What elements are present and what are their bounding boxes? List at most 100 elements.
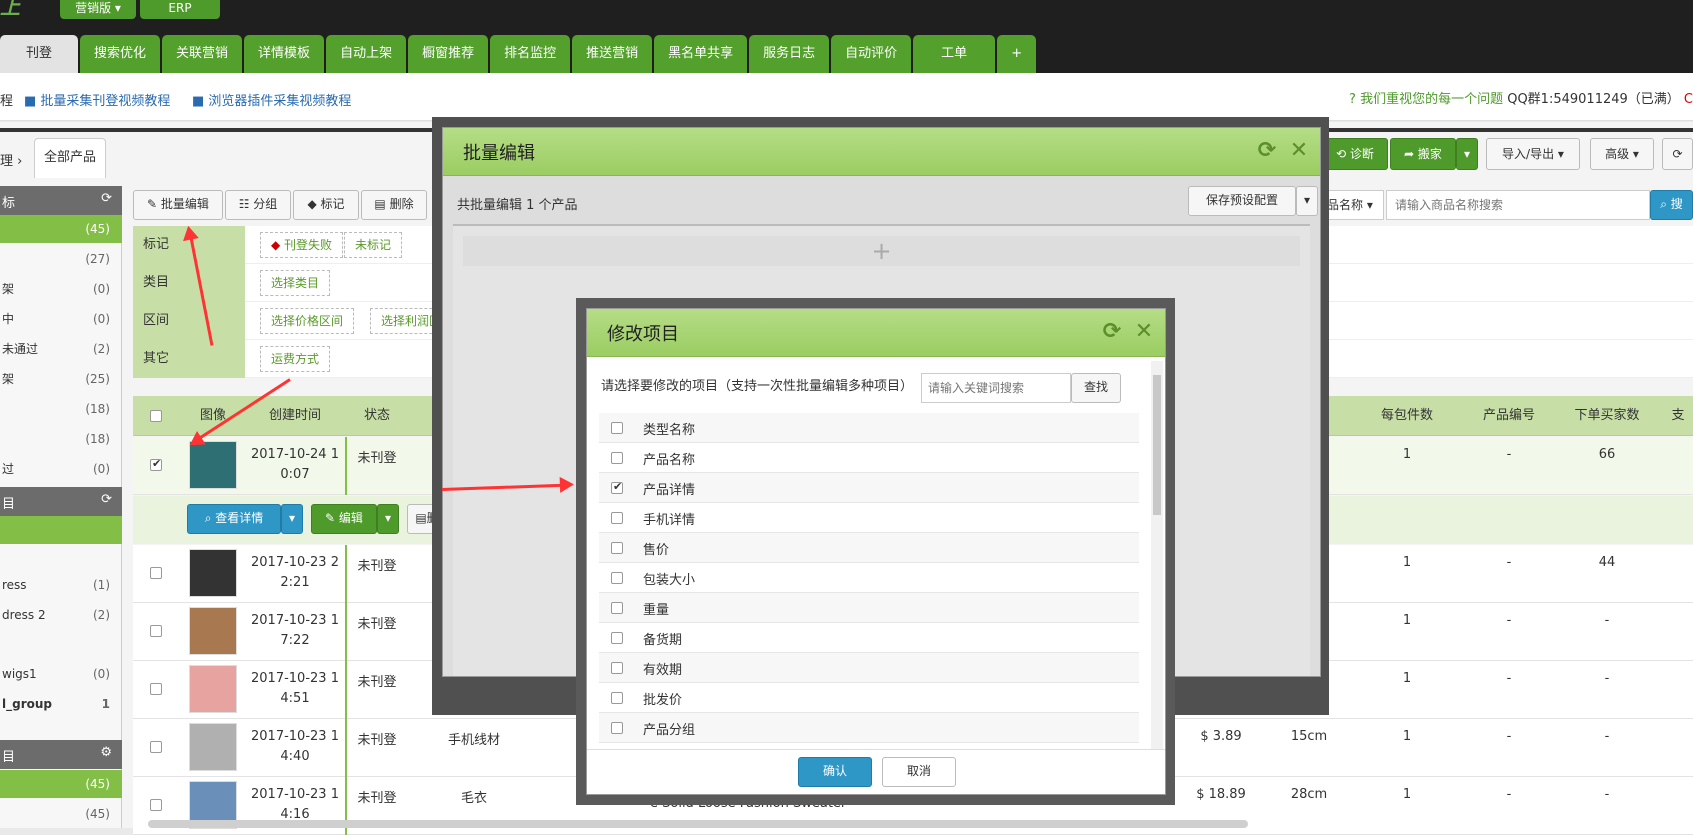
product-thumbnail[interactable] [189, 665, 237, 713]
product-thumbnail[interactable] [189, 723, 237, 771]
delete-button[interactable]: ▤ 删除 [361, 190, 427, 220]
modify-item-option[interactable]: 有效期 [599, 653, 1139, 683]
save-preset-dropdown[interactable]: ▾ [1296, 186, 1318, 216]
nav-tab[interactable]: 推送营销 [572, 35, 653, 73]
nav-tab[interactable]: 搜索优化 [80, 35, 161, 73]
horizontal-scrollbar[interactable] [148, 820, 1248, 828]
sidebar-item[interactable]: (45) [0, 770, 122, 798]
vertical-scrollbar[interactable] [1151, 361, 1163, 749]
advanced-button[interactable]: 高级 ▾ [1590, 138, 1654, 170]
mark-button[interactable]: ◆ 标记 [293, 190, 359, 220]
batch-edit-button[interactable]: ✎ 批量编辑 [133, 190, 223, 220]
item-checkbox[interactable] [611, 452, 623, 464]
modify-item-option[interactable]: 售价 [599, 533, 1139, 563]
import-export-button[interactable]: 导入/导出 ▾ [1486, 138, 1580, 170]
modify-item-option[interactable]: 包装大小 [599, 563, 1139, 593]
item-checkbox[interactable] [611, 542, 623, 554]
item-checkbox[interactable] [611, 692, 623, 704]
row-checkbox[interactable] [150, 799, 162, 811]
search-button[interactable]: ⌕ 搜 [1650, 190, 1693, 220]
find-button[interactable]: 查找 [1071, 373, 1121, 403]
row-checkbox[interactable] [150, 625, 162, 637]
add-item-button[interactable]: + [463, 236, 1300, 266]
nav-tab[interactable]: 橱窗推荐 [408, 35, 489, 73]
select-all-checkbox[interactable] [150, 410, 162, 422]
search-field-select[interactable]: 品名称 ▾ [1322, 190, 1384, 220]
sidebar-item[interactable]: (18) [0, 425, 122, 453]
product-thumbnail[interactable] [189, 607, 237, 655]
product-thumbnail[interactable] [189, 549, 237, 597]
modify-item-option[interactable]: 产品名称 [599, 443, 1139, 473]
filter-tag[interactable]: 未标记 [344, 232, 403, 258]
sidebar-item[interactable]: (27) [0, 245, 122, 273]
nav-tab[interactable]: 服务日志 [749, 35, 830, 73]
version-dropdown[interactable]: 营销版 ▾ [60, 0, 136, 19]
refresh-button[interactable]: ⟳ [1662, 138, 1693, 170]
sidebar-item[interactable]: 架 (25) [0, 365, 122, 393]
edit-button[interactable]: ✎ 编辑 [311, 504, 377, 534]
refresh-icon[interactable]: ⟳ [101, 191, 112, 206]
tab-all-products[interactable]: 全部产品 [34, 138, 106, 178]
sidebar-item[interactable]: 过 (0) [0, 455, 122, 483]
breadcrumb-parent[interactable]: 理 › [0, 150, 22, 169]
row-checkbox[interactable] [150, 567, 162, 579]
view-details-dropdown[interactable]: ▾ [281, 504, 303, 534]
nav-tab[interactable]: 黑名单共享 [654, 35, 748, 73]
close-icon[interactable]: ✕ [1288, 140, 1310, 162]
item-checkbox[interactable] [611, 722, 623, 734]
edit-dropdown[interactable]: ▾ [377, 504, 399, 534]
save-preset-button[interactable]: 保存预设配置 [1188, 186, 1296, 216]
sidebar-item[interactable]: dress 2 (2) [0, 601, 122, 629]
filter-tag[interactable]: 运费方式 [260, 346, 331, 372]
item-checkbox[interactable] [611, 572, 623, 584]
sidebar-item[interactable]: 架 (0) [0, 275, 122, 303]
sidebar-item[interactable]: (45) [0, 215, 122, 243]
tutorial-link-plugin[interactable]: ■ 浏览器插件采集视频教程 [192, 90, 351, 109]
modify-item-option[interactable]: 备货期 [599, 623, 1139, 653]
sidebar-item[interactable]: 未通过 (2) [0, 335, 122, 363]
sidebar-item[interactable]: l_group 1 [0, 690, 122, 718]
modify-item-option[interactable]: 重量 [599, 593, 1139, 623]
view-details-button[interactable]: ⌕ 查看详情 [187, 504, 281, 534]
filter-tag[interactable]: 选择价格区间 [260, 308, 355, 334]
filter-tag[interactable]: 选择类目 [260, 270, 331, 296]
cancel-button[interactable]: 取消 [882, 757, 956, 787]
close-icon[interactable]: ✕ [1133, 321, 1155, 343]
move-dropdown[interactable]: ▾ [1456, 138, 1478, 170]
modify-item-option[interactable]: 产品分组 [599, 713, 1139, 743]
product-search-input[interactable] [1386, 190, 1650, 220]
sidebar-item[interactable]: (18) [0, 395, 122, 423]
nav-tab[interactable]: 刊登 [0, 35, 79, 73]
item-checkbox[interactable]: ✔ [611, 480, 623, 494]
item-checkbox[interactable] [611, 662, 623, 674]
sidebar-item[interactable] [0, 516, 122, 544]
move-button[interactable]: ➦ 搬家 [1390, 138, 1456, 170]
group-button[interactable]: ☷ 分组 [225, 190, 291, 220]
modify-item-option[interactable]: ✔ 产品详情 [599, 473, 1139, 503]
nav-tab[interactable]: 排名监控 [490, 35, 571, 73]
item-checkbox[interactable] [611, 512, 623, 524]
sidebar-item[interactable]: wigs1 (0) [0, 660, 122, 688]
sidebar-item[interactable]: 中 (0) [0, 305, 122, 333]
confirm-button[interactable]: 确认 [798, 757, 872, 787]
nav-tab[interactable]: 详情模板 [244, 35, 325, 73]
modify-item-option[interactable]: 手机详情 [599, 503, 1139, 533]
refresh-icon[interactable]: ⟳ [101, 492, 112, 507]
nav-tab[interactable]: 自动评价 [831, 35, 912, 73]
scrollbar-thumb[interactable] [1153, 375, 1161, 515]
nav-tab[interactable]: + [997, 35, 1037, 73]
diagnose-button[interactable]: ⟲ 诊断 [1322, 138, 1388, 170]
modify-item-option[interactable]: 类型名称 [599, 413, 1139, 443]
sidebar-item[interactable]: ress (1) [0, 571, 122, 599]
nav-tab[interactable]: 工单 [913, 35, 996, 73]
modify-item-option[interactable]: 批发价 [599, 683, 1139, 713]
gear-icon[interactable]: ⚙ [100, 745, 112, 760]
item-checkbox[interactable] [611, 422, 623, 434]
sidebar-item[interactable]: (45) [0, 800, 122, 828]
nav-tab[interactable]: 自动上架 [326, 35, 407, 73]
row-checkbox[interactable] [150, 741, 162, 753]
tutorial-link-batch[interactable]: ■ 批量采集刊登视频教程 [24, 90, 170, 109]
nav-tab[interactable]: 关联营销 [162, 35, 243, 73]
refresh-icon[interactable]: ⟳ [1101, 321, 1123, 343]
filter-tag[interactable]: ◆ 刊登失败 [260, 232, 344, 258]
